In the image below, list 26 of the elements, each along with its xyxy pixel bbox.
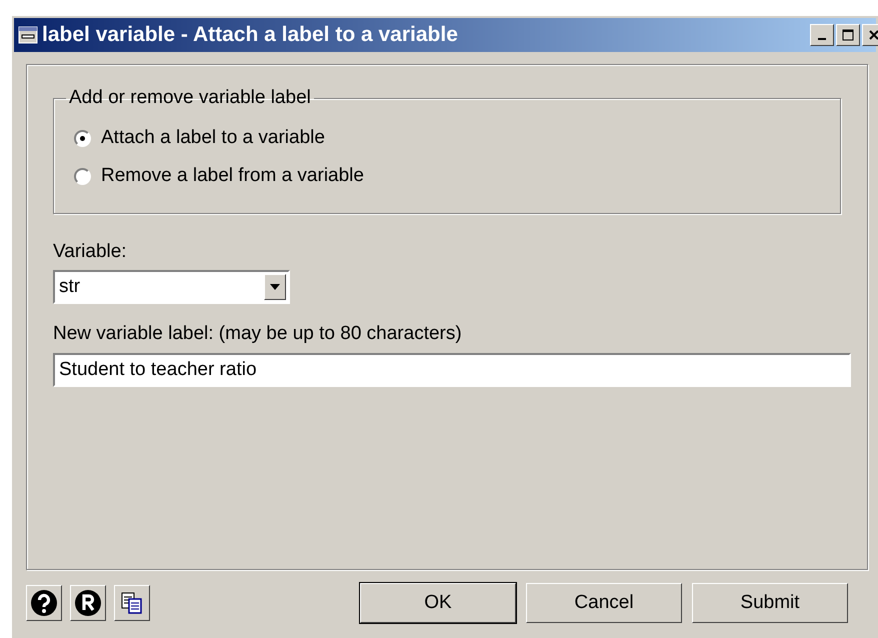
variable-dropdown[interactable]: str xyxy=(53,270,290,304)
dialog-button[interactable]: Submit xyxy=(692,583,848,623)
dialog-button[interactable]: Cancel xyxy=(526,583,682,623)
field-label: New variable label: (may be up to 80 characters) xyxy=(53,322,463,346)
r-circle-icon xyxy=(74,589,102,617)
caret-icon xyxy=(264,274,286,300)
maximize-button[interactable] xyxy=(836,24,860,46)
copy-button[interactable] xyxy=(114,585,150,621)
dialog-button[interactable]: OK xyxy=(360,583,516,623)
reset-button[interactable] xyxy=(70,585,106,621)
input-field[interactable]: Student to teacher ratio xyxy=(53,352,851,387)
minimize-button[interactable] xyxy=(810,24,834,46)
window-icon xyxy=(18,25,38,45)
option-label[interactable]: Remove a label from a variable xyxy=(101,162,364,191)
help-icon xyxy=(30,589,58,617)
field-label: Variable: xyxy=(53,240,128,264)
maximize-icon xyxy=(842,29,854,41)
option-label[interactable]: Attach a label to a variable xyxy=(101,124,325,152)
radio-button[interactable] xyxy=(74,168,91,186)
radio-button[interactable] xyxy=(74,130,91,147)
minimize-icon xyxy=(818,38,826,40)
close-icon xyxy=(868,29,878,41)
window-title: label variable - Attach a label to a variable xyxy=(42,22,458,48)
help-button[interactable] xyxy=(26,585,62,621)
group-label: Add or remove variable label xyxy=(68,87,312,110)
copy-icon xyxy=(119,590,145,616)
